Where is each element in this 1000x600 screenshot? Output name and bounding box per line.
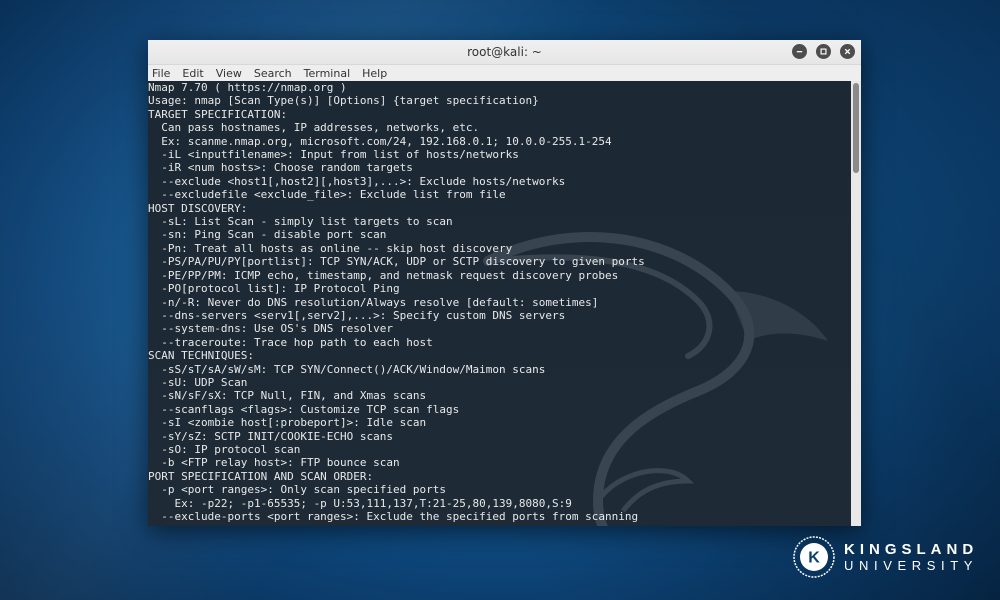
terminal-line: --scanflags <flags>: Customize TCP scan … — [148, 402, 460, 416]
terminal-line: Can pass hostnames, IP addresses, networ… — [148, 121, 480, 135]
terminal-line: -PE/PP/PM: ICMP echo, timestamp, and net… — [148, 268, 619, 282]
terminal-line: -iR <num hosts>: Choose random targets — [148, 161, 413, 175]
window-title: root@kali: ~ — [467, 45, 542, 59]
terminal-line: -sN/sF/sX: TCP Null, FIN, and Xmas scans — [148, 389, 427, 403]
kingsland-emblem-icon: K — [793, 536, 835, 578]
kingsland-logo: K KINGSLAND UNIVERSITY — [792, 535, 978, 579]
terminal-line: -p <port ranges>: Only scan specified po… — [148, 483, 447, 497]
terminal-line: Ex: -p22; -p1-65535; -p U:53,111,137,T:2… — [148, 496, 572, 510]
terminal-window[interactable]: root@kali: ~ File Edit View Search Termi… — [148, 40, 861, 526]
menu-terminal[interactable]: Terminal — [304, 67, 357, 80]
terminal-line: -b <FTP relay host>: FTP bounce scan — [148, 456, 400, 470]
terminal-line: -sS/sT/sA/sW/sM: TCP SYN/Connect()/ACK/W… — [148, 362, 546, 376]
logo-letter: K — [808, 550, 820, 567]
terminal-line: -sL: List Scan - simply list targets to … — [148, 215, 453, 229]
menu-help[interactable]: Help — [362, 67, 393, 80]
terminal-line: -sO: IP protocol scan — [148, 442, 301, 456]
terminal-line: --exclude <host1[,host2][,host3],...>: E… — [148, 174, 566, 188]
terminal-scrollbar[interactable] — [851, 81, 861, 526]
terminal-line: -sU: UDP Scan — [148, 375, 248, 389]
menu-view[interactable]: View — [216, 67, 248, 80]
close-icon — [844, 48, 851, 55]
terminal-line: --excludefile <exclude_file>: Exclude li… — [148, 188, 506, 202]
terminal-line: --dns-servers <serv1[,serv2],...>: Speci… — [148, 308, 566, 322]
terminal-line: -sn: Ping Scan - disable port scan — [148, 228, 387, 242]
menu-bar: File Edit View Search Terminal Help — [148, 65, 861, 82]
terminal-line: Nmap 7.70 ( https://nmap.org ) — [148, 81, 347, 94]
terminal-line: TARGET SPECIFICATION: — [148, 107, 288, 121]
scrollbar-thumb[interactable] — [853, 83, 859, 173]
terminal-line: -n/-R: Never do DNS resolution/Always re… — [148, 295, 599, 309]
minimize-icon — [796, 51, 803, 53]
menu-file[interactable]: File — [152, 67, 176, 80]
terminal-line: Ex: scanme.nmap.org, microsoft.com/24, 1… — [148, 134, 612, 148]
minimize-button[interactable] — [792, 44, 807, 59]
terminal-line: PORT SPECIFICATION AND SCAN ORDER: — [148, 469, 374, 483]
terminal-line: HOST DISCOVERY: — [148, 201, 248, 215]
window-controls — [792, 44, 855, 59]
terminal-line: -sY/sZ: SCTP INIT/COOKIE-ECHO scans — [148, 429, 394, 443]
close-button[interactable] — [840, 44, 855, 59]
terminal-line: -iL <inputfilename>: Input from list of … — [148, 148, 519, 162]
maximize-icon — [820, 48, 827, 55]
terminal-line: -PS/PA/PU/PY[portlist]: TCP SYN/ACK, UDP… — [148, 255, 645, 269]
terminal-line: -sI <zombie host[:probeport]>: Idle scan — [148, 416, 427, 430]
title-bar[interactable]: root@kali: ~ — [148, 40, 861, 65]
terminal-line: --exclude-ports <port ranges>: Exclude t… — [148, 510, 639, 523]
terminal-line: -Pn: Treat all hosts as online -- skip h… — [148, 241, 513, 255]
maximize-button[interactable] — [816, 44, 831, 59]
logo-line2: UNIVERSITY — [844, 558, 979, 573]
terminal-line: --traceroute: Trace hop path to each hos… — [148, 335, 433, 349]
terminal-line: Usage: nmap [Scan Type(s)] [Options] {ta… — [148, 94, 539, 108]
logo-line1: KINGSLAND — [844, 541, 979, 558]
terminal-line: SCAN TECHNIQUES: — [148, 349, 254, 363]
terminal-output[interactable]: Nmap 7.70 ( https://nmap.org ) Usage: nma… — [148, 81, 851, 526]
menu-search[interactable]: Search — [254, 67, 298, 80]
terminal-line: --system-dns: Use OS's DNS resolver — [148, 322, 394, 336]
terminal-line: -PO[protocol list]: IP Protocol Ping — [148, 282, 400, 296]
menu-edit[interactable]: Edit — [182, 67, 209, 80]
terminal-lines: Nmap 7.70 ( https://nmap.org ) Usage: nma… — [148, 81, 645, 523]
